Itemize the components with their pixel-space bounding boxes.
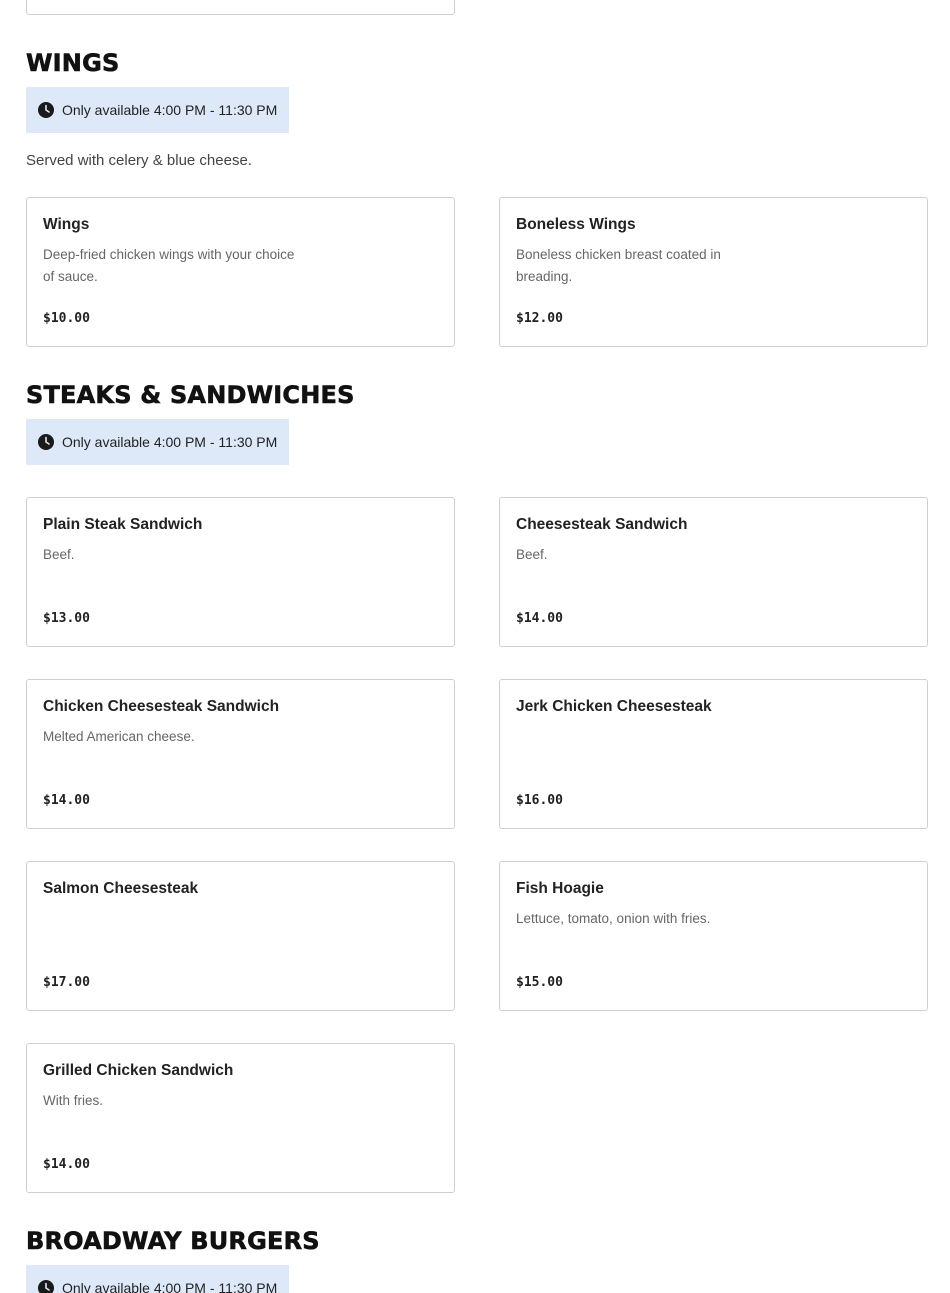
menu-item-card[interactable]: Grilled Chicken Sandwich With fries. $14… [26,1043,455,1193]
menu-item-card[interactable]: Wings Deep-fried chicken wings with your… [26,197,455,347]
item-price: $12.00 [516,311,563,326]
item-name: Boneless Wings [516,216,636,233]
menu-item-card[interactable]: Fish Hoagie Lettuce, tomato, onion with … [499,861,928,1011]
item-name: Chicken Cheesesteak Sandwich [43,698,280,715]
item-description: Beef. [43,547,75,562]
item-price: $14.00 [516,611,563,626]
item-description: With fries. [43,1093,104,1108]
menu-item-card-partial[interactable] [26,0,455,15]
availability-badge: Only available 4:00 PM - 11:30 PM [26,1265,290,1293]
section-steaks-sandwiches: STEAKS & SANDWICHES Only available 4:00 … [26,380,928,465]
section-description: Served with celery & blue cheese. [26,152,252,169]
item-description: Boneless chicken breast coated in breadi… [516,247,721,284]
item-price: $14.00 [43,1157,90,1172]
item-description: Beef. [516,547,548,562]
item-price: $17.00 [43,975,90,990]
section-wings: WINGS Only available 4:00 PM - 11:30 PM … [26,48,928,169]
item-price: $16.00 [516,793,563,808]
availability-text: Only available 4:00 PM - 11:30 PM [62,102,278,118]
menu-item-card[interactable]: Boneless Wings Boneless chicken breast c… [499,197,928,347]
item-description: Melted American cheese. [43,729,195,744]
item-description: Lettuce, tomato, onion with fries. [516,911,711,926]
item-description: Deep-fried chicken wings with your choic… [43,247,295,284]
availability-text: Only available 4:00 PM - 11:30 PM [62,1280,278,1293]
availability-badge: Only available 4:00 PM - 11:30 PM [26,419,290,465]
clock-icon [38,434,54,450]
menu-item-card[interactable]: Salmon Cheesesteak $17.00 [26,861,455,1011]
availability-text: Only available 4:00 PM - 11:30 PM [62,434,278,450]
item-name: Grilled Chicken Sandwich [43,1062,234,1079]
availability-badge: Only available 4:00 PM - 11:30 PM [26,87,290,133]
menu-item-card[interactable]: Chicken Cheesesteak Sandwich Melted Amer… [26,679,455,829]
menu-item-card[interactable]: Plain Steak Sandwich Beef. $13.00 [26,497,455,647]
item-name: Cheesesteak Sandwich [516,516,688,533]
menu-item-card[interactable]: Cheesesteak Sandwich Beef. $14.00 [499,497,928,647]
item-name: Fish Hoagie [516,880,604,897]
section-title: BROADWAY BURGERS [26,1227,320,1256]
clock-icon [38,102,54,118]
menu-item-card[interactable]: Jerk Chicken Cheesesteak $16.00 [499,679,928,829]
section-title: STEAKS & SANDWICHES [26,381,355,410]
item-price: $14.00 [43,793,90,808]
item-name: Salmon Cheesesteak [43,880,199,897]
item-price: $15.00 [516,975,563,990]
item-name: Wings [43,216,90,233]
item-price: $13.00 [43,611,90,626]
section-title: WINGS [26,49,120,78]
item-name: Plain Steak Sandwich [43,516,203,533]
item-name: Jerk Chicken Cheesesteak [516,698,712,715]
clock-icon [38,1280,54,1293]
item-price: $10.00 [43,311,90,326]
section-broadway-burgers: BROADWAY BURGERS Only available 4:00 PM … [26,1226,928,1293]
